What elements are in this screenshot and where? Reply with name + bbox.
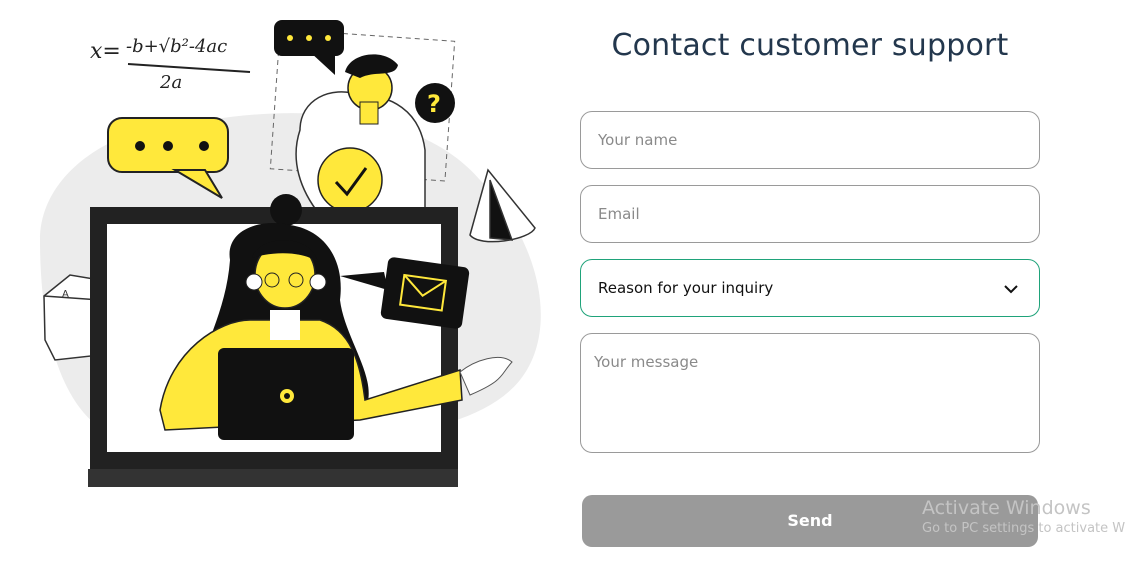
svg-text:-b+√b²-4ac: -b+√b²-4ac	[126, 36, 227, 57]
checkmark-icon	[317, 147, 383, 213]
svg-text:A: A	[62, 289, 69, 300]
email-placeholder: Email	[598, 205, 640, 223]
chevron-down-icon[interactable]	[1001, 279, 1021, 299]
activation-watermark: Activate Windows Go to PC settings to ac…	[922, 497, 1125, 536]
message-placeholder: Your message	[594, 353, 699, 371]
reason-selected-value: Reason for your inquiry	[598, 279, 774, 297]
name-input[interactable]: Your name	[580, 111, 1040, 169]
svg-text:x=: x=	[90, 39, 121, 64]
speech-bubble-dots	[274, 20, 344, 75]
reason-select[interactable]: Reason for your inquiry	[580, 259, 1040, 317]
watermark-line2: Go to PC settings to activate W	[922, 521, 1126, 536]
message-textarea[interactable]: Your message	[580, 333, 1040, 453]
svg-text:?: ?	[427, 90, 441, 118]
svg-text:2a: 2a	[159, 72, 182, 93]
page-title: Contact customer support	[611, 28, 1009, 63]
formula-sketch: x= -b+√b²-4ac 2a	[90, 36, 251, 93]
gear-icon	[280, 389, 294, 403]
name-placeholder: Your name	[598, 131, 678, 149]
question-icon: ?	[415, 83, 455, 123]
support-illustration: x= -b+√b²-4ac 2a ? A	[40, 20, 541, 487]
email-input[interactable]: Email	[580, 185, 1040, 243]
watermark-line1: Activate Windows	[922, 497, 1091, 519]
